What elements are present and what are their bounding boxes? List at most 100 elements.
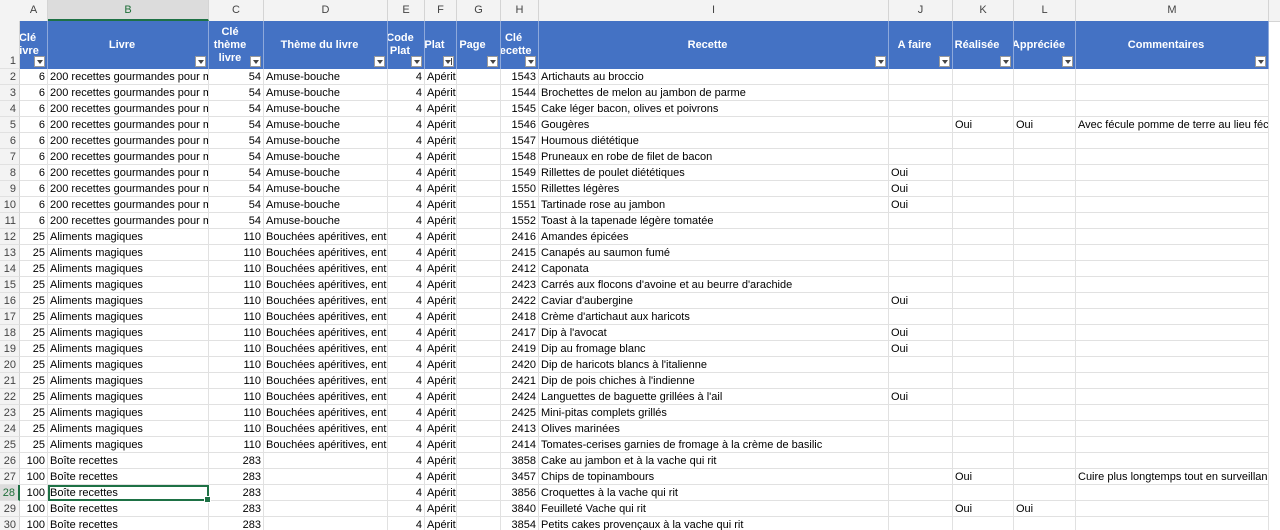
cell-j[interactable]: [889, 469, 953, 485]
cell-i[interactable]: Pruneaux en robe de filet de bacon: [539, 149, 889, 165]
cell-l[interactable]: [1014, 437, 1076, 453]
cell-i[interactable]: Carrés aux flocons d'avoine et au beurre…: [539, 277, 889, 293]
cell-i[interactable]: Caviar d'aubergine: [539, 293, 889, 309]
cell-c[interactable]: 110: [209, 389, 264, 405]
cell-i[interactable]: Tomates-cerises garnies de fromage à la …: [539, 437, 889, 453]
cell-j[interactable]: [889, 501, 953, 517]
cell-l[interactable]: [1014, 277, 1076, 293]
cell-c[interactable]: 54: [209, 117, 264, 133]
cell-c[interactable]: 283: [209, 485, 264, 501]
cell-e[interactable]: 4: [388, 69, 425, 85]
cell-e[interactable]: 4: [388, 117, 425, 133]
cell-k[interactable]: [953, 357, 1014, 373]
cell-c[interactable]: 54: [209, 69, 264, 85]
cell-c[interactable]: 110: [209, 229, 264, 245]
header-cell-c[interactable]: Clé thème livre: [209, 21, 264, 69]
cell-g[interactable]: [457, 117, 501, 133]
cell-f[interactable]: Apéritif: [425, 117, 457, 133]
cell-b[interactable]: 200 recettes gourmandes pour m: [48, 133, 209, 149]
cell-i[interactable]: Cake léger bacon, olives et poivrons: [539, 101, 889, 117]
cell-e[interactable]: 4: [388, 373, 425, 389]
cell-a[interactable]: 6: [20, 165, 48, 181]
cell-h[interactable]: 2416: [501, 229, 539, 245]
cell-e[interactable]: 4: [388, 517, 425, 530]
cell-f[interactable]: Apéritif: [425, 501, 457, 517]
cell-d[interactable]: Amuse-bouche: [264, 213, 388, 229]
cell-a[interactable]: 25: [20, 293, 48, 309]
cell-k[interactable]: [953, 181, 1014, 197]
cell-h[interactable]: 2425: [501, 405, 539, 421]
row-header[interactable]: 26: [0, 453, 20, 469]
row-header[interactable]: 8: [0, 165, 20, 181]
cell-j[interactable]: [889, 69, 953, 85]
cell-l[interactable]: [1014, 213, 1076, 229]
cell-f[interactable]: Apéritif: [425, 389, 457, 405]
cell-k[interactable]: [953, 245, 1014, 261]
cell-b[interactable]: Aliments magiques: [48, 309, 209, 325]
cell-l[interactable]: [1014, 309, 1076, 325]
cell-f[interactable]: Apéritif: [425, 261, 457, 277]
cell-i[interactable]: Olives marinées: [539, 421, 889, 437]
cell-b[interactable]: 200 recettes gourmandes pour m: [48, 69, 209, 85]
cell-m[interactable]: [1076, 453, 1269, 469]
row-header[interactable]: 4: [0, 101, 20, 117]
cell-a[interactable]: 25: [20, 373, 48, 389]
cell-m[interactable]: [1076, 517, 1269, 530]
cell-k[interactable]: [953, 165, 1014, 181]
cell-b[interactable]: Boîte recettes: [48, 501, 209, 517]
cell-l[interactable]: [1014, 293, 1076, 309]
cell-a[interactable]: 25: [20, 277, 48, 293]
cell-d[interactable]: Amuse-bouche: [264, 117, 388, 133]
cell-h[interactable]: 2423: [501, 277, 539, 293]
cell-l[interactable]: [1014, 261, 1076, 277]
cell-b[interactable]: Aliments magiques: [48, 373, 209, 389]
cell-g[interactable]: [457, 309, 501, 325]
cell-m[interactable]: [1076, 501, 1269, 517]
cell-b[interactable]: Aliments magiques: [48, 437, 209, 453]
filter-dropdown-icon[interactable]: [939, 56, 950, 67]
cell-i[interactable]: Petits cakes provençaux à la vache qui r…: [539, 517, 889, 530]
cell-f[interactable]: Apéritif: [425, 165, 457, 181]
cell-j[interactable]: [889, 229, 953, 245]
cell-e[interactable]: 4: [388, 229, 425, 245]
cell-e[interactable]: 4: [388, 437, 425, 453]
cell-k[interactable]: [953, 437, 1014, 453]
cell-c[interactable]: 110: [209, 261, 264, 277]
cell-e[interactable]: 4: [388, 485, 425, 501]
cell-f[interactable]: Apéritif: [425, 357, 457, 373]
filter-dropdown-icon[interactable]: [1000, 56, 1011, 67]
cell-m[interactable]: [1076, 421, 1269, 437]
row-header[interactable]: 10: [0, 197, 20, 213]
cell-g[interactable]: [457, 373, 501, 389]
cell-f[interactable]: Apéritif: [425, 149, 457, 165]
cell-a[interactable]: 100: [20, 453, 48, 469]
cell-j[interactable]: Oui: [889, 197, 953, 213]
column-letter-i[interactable]: I: [539, 0, 889, 21]
cell-j[interactable]: [889, 485, 953, 501]
cell-f[interactable]: Apéritif: [425, 469, 457, 485]
cell-c[interactable]: 283: [209, 517, 264, 530]
cell-g[interactable]: [457, 85, 501, 101]
cell-b[interactable]: Boîte recettes: [48, 485, 211, 503]
cell-k[interactable]: [953, 389, 1014, 405]
cell-i[interactable]: Houmous diététique: [539, 133, 889, 149]
cell-g[interactable]: [457, 405, 501, 421]
row-header[interactable]: 27: [0, 469, 20, 485]
cell-j[interactable]: [889, 357, 953, 373]
cell-b[interactable]: Aliments magiques: [48, 245, 209, 261]
cell-i[interactable]: Mini-pitas complets grillés: [539, 405, 889, 421]
row-header[interactable]: 23: [0, 405, 20, 421]
cell-f[interactable]: Apéritif: [425, 437, 457, 453]
row-header[interactable]: 13: [0, 245, 20, 261]
cell-e[interactable]: 4: [388, 309, 425, 325]
cell-a[interactable]: 25: [20, 421, 48, 437]
cell-e[interactable]: 4: [388, 389, 425, 405]
header-cell-d[interactable]: Thème du livre: [264, 21, 388, 69]
cell-g[interactable]: [457, 293, 501, 309]
cell-b[interactable]: Aliments magiques: [48, 229, 209, 245]
cell-f[interactable]: Apéritif: [425, 325, 457, 341]
cell-i[interactable]: Cake au jambon et à la vache qui rit: [539, 453, 889, 469]
cell-j[interactable]: [889, 245, 953, 261]
cell-m[interactable]: [1076, 197, 1269, 213]
filter-dropdown-icon[interactable]: [487, 56, 498, 67]
